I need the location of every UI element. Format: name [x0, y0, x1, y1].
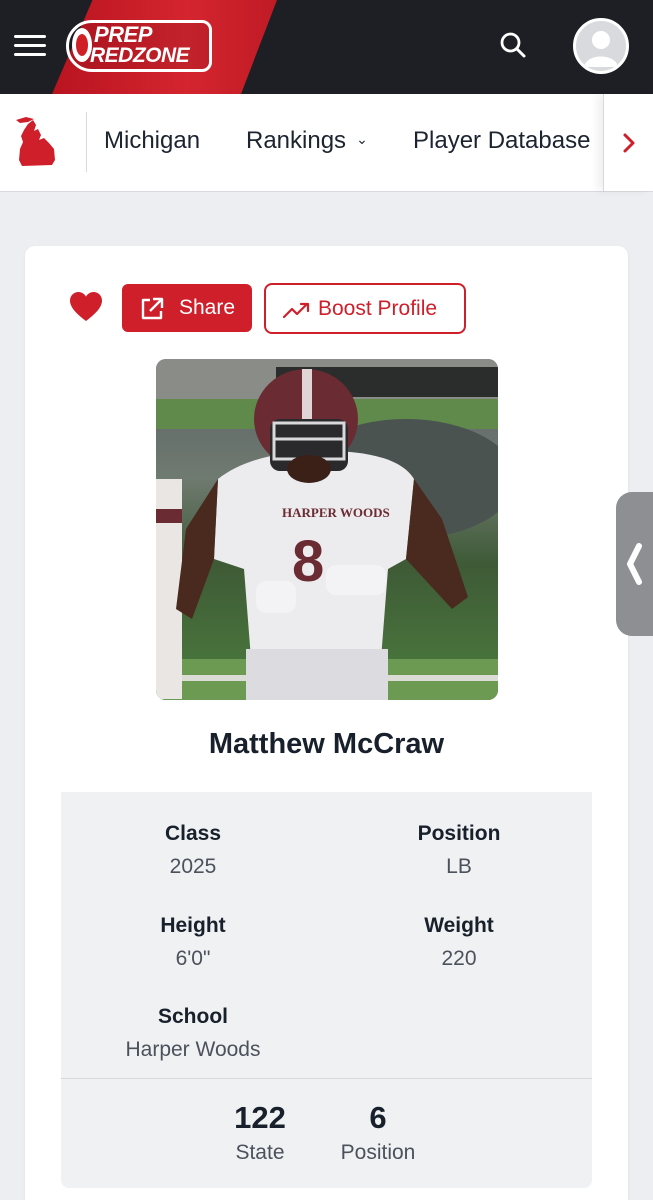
nav-item-label: Rankings [246, 127, 347, 154]
boost-profile-button[interactable]: Boost Profile [264, 283, 466, 334]
detail-school: School Harper Woods [93, 1004, 293, 1063]
external-link-icon [141, 297, 164, 320]
detail-value: 2025 [169, 855, 217, 878]
detail-label: Height [160, 914, 226, 937]
side-drawer-tab[interactable] [616, 492, 653, 636]
nav-item-label: Michigan [104, 127, 201, 154]
user-avatar-icon[interactable] [573, 18, 629, 74]
trending-up-icon [283, 302, 310, 319]
chevron-down-icon: ⌄ [356, 130, 368, 147]
hamburger-icon[interactable] [14, 33, 46, 59]
prep-redzone-logo[interactable]: PREP REDZONE [66, 20, 212, 72]
position-rank: 6 Position [318, 1100, 438, 1166]
detail-label: Weight [424, 914, 494, 937]
chevron-left-icon [627, 543, 642, 585]
boost-label: Boost Profile [318, 297, 438, 320]
detail-label: Class [164, 822, 222, 845]
football-icon [72, 28, 92, 62]
rank-label: Position [340, 1141, 416, 1164]
detail-value: LB [446, 855, 472, 878]
top-header: PREP REDZONE [0, 0, 653, 94]
detail-value: 220 [441, 947, 477, 970]
share-label: Share [179, 296, 236, 319]
michigan-map-icon[interactable] [14, 116, 60, 168]
nav-item-player-database[interactable]: Player Database [413, 124, 590, 158]
detail-height: Height 6'0" [93, 913, 293, 972]
subnav-divider [86, 112, 87, 172]
detail-label: School [157, 1005, 228, 1028]
rankings-divider [61, 1078, 592, 1079]
detail-position: Position LB [359, 821, 559, 880]
nav-item-michigan[interactable]: Michigan [104, 124, 200, 158]
state-subnav: Michigan Rankings ⌄ Player Database [0, 94, 653, 192]
svg-text:8: 8 [292, 529, 324, 594]
detail-weight: Weight 220 [359, 913, 559, 972]
chevron-right-icon[interactable] [603, 94, 653, 191]
player-photo: HARPER WOODS 8 [156, 359, 498, 700]
nav-item-rankings[interactable]: Rankings ⌄ [246, 124, 368, 159]
rank-number: 6 [369, 1100, 387, 1135]
nav-item-label: Player Database [413, 127, 591, 154]
detail-value: Harper Woods [125, 1038, 261, 1061]
detail-value: 6'0" [175, 947, 211, 970]
player-name: Matthew McCraw [208, 728, 445, 760]
detail-label: Position [417, 822, 501, 845]
rank-label: State [235, 1141, 285, 1164]
heart-icon[interactable] [69, 291, 103, 323]
svg-text:HARPER WOODS: HARPER WOODS [282, 505, 390, 520]
state-rank: 122 State [200, 1100, 320, 1166]
logo-line1: PREP [94, 22, 152, 47]
logo-line2: REDZONE [90, 44, 190, 67]
player-profile-card: Share Boost Profile HARPER WOODS 8 Matth… [25, 246, 628, 1200]
player-details-panel: Class 2025 Position LB Height 6'0" Weigh… [61, 792, 592, 1188]
rank-number: 122 [234, 1100, 286, 1135]
share-button[interactable]: Share [122, 284, 252, 332]
search-icon[interactable] [498, 30, 528, 60]
detail-class: Class 2025 [93, 821, 293, 880]
